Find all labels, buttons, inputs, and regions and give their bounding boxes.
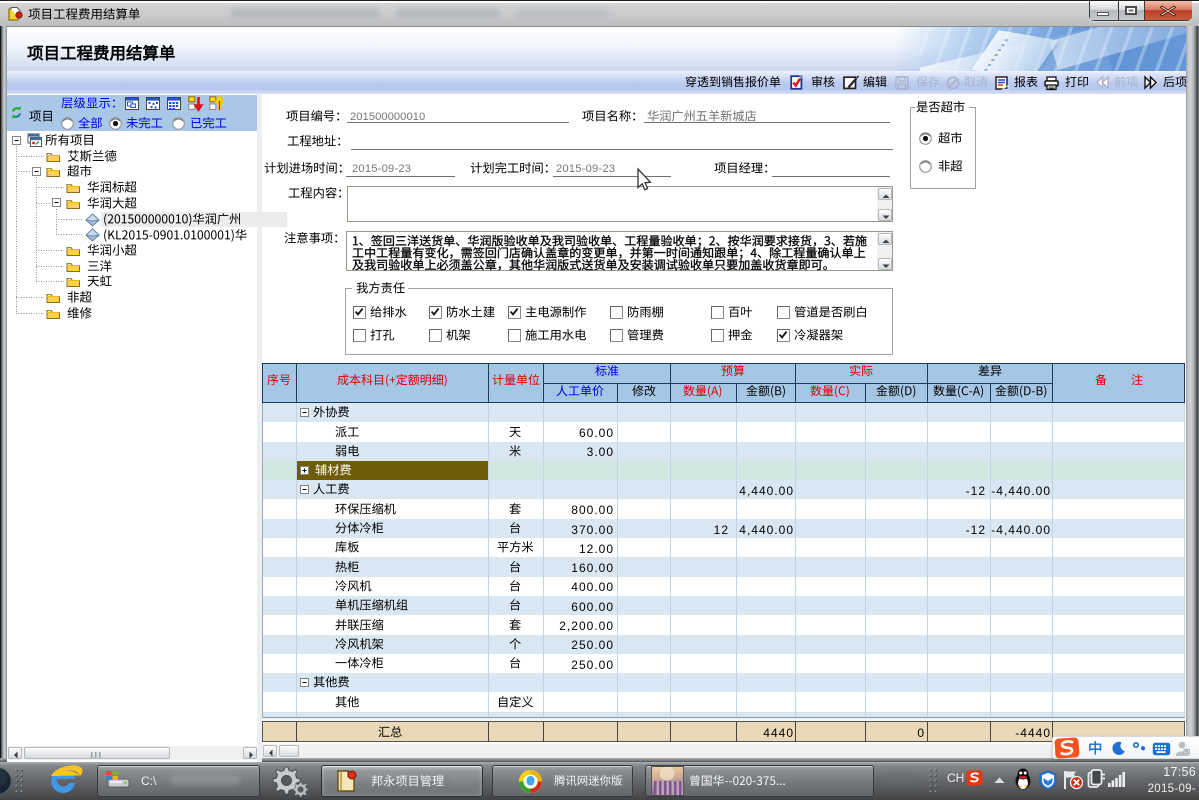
- svg-text:S: S: [1185, 750, 1189, 756]
